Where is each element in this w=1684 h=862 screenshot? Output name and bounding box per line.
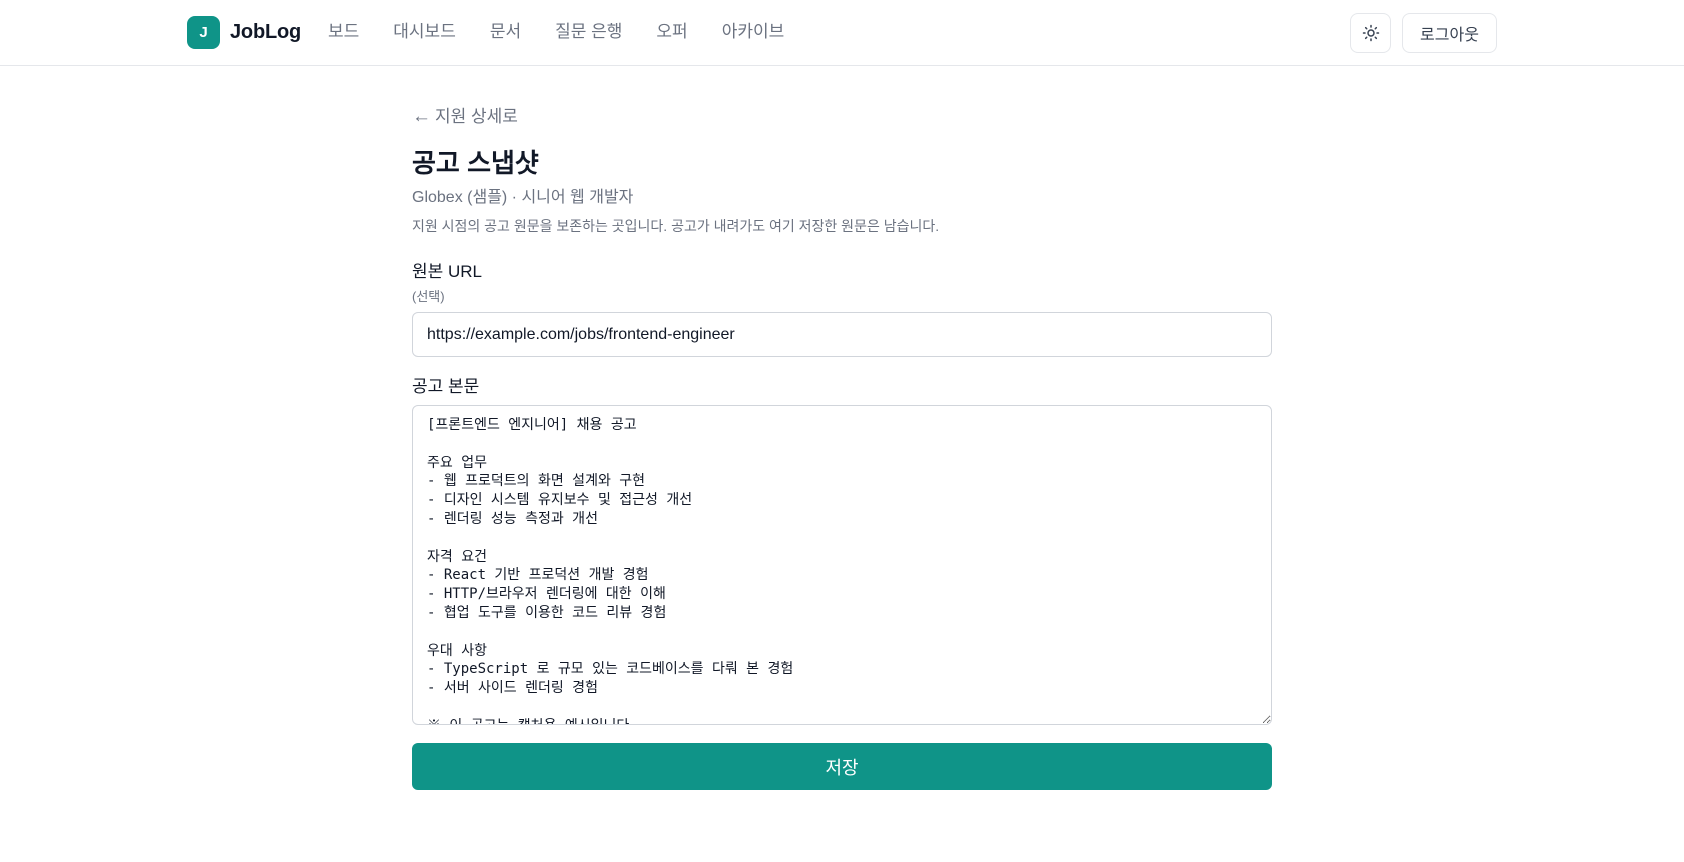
back-link-label: 지원 상세로 (435, 107, 518, 126)
url-field-label: 원본 URL (412, 262, 483, 281)
arrow-left-icon: ← (412, 106, 431, 127)
back-to-application-link[interactable]: ← 지원 상세로 (412, 100, 1272, 134)
posting-body-textarea[interactable]: [프론트엔드 엔지니어] 채용 공고 주요 업무 - 웹 프로덕트의 화면 설계… (412, 405, 1272, 725)
main-nav: 보드 대시보드 문서 질문 은행 오퍼 아카이브 (328, 20, 784, 44)
url-field-optional-hint: (선택) (412, 289, 445, 304)
url-input[interactable] (412, 312, 1272, 357)
logout-button[interactable]: 로그아웃 (1402, 13, 1497, 53)
nav-item-dashboard[interactable]: 대시보드 (393, 20, 456, 44)
nav-item-question-bank[interactable]: 질문 은행 (555, 20, 622, 44)
top-navigation-bar: J JobLog 보드 대시보드 문서 질문 은행 오퍼 아카이브 로그아웃 (0, 0, 1684, 66)
logo-icon: J (187, 16, 220, 49)
nav-item-offers[interactable]: 오퍼 (656, 20, 687, 44)
theme-toggle-button[interactable] (1350, 13, 1391, 53)
page-description: 지원 시점의 공고 원문을 보존하는 곳입니다. 공고가 내려가도 여기 저장한… (412, 218, 940, 234)
nav-item-board[interactable]: 보드 (328, 20, 359, 44)
nav-item-archive[interactable]: 아카이브 (722, 20, 785, 44)
nav-item-documents[interactable]: 문서 (490, 20, 521, 44)
main-content: ← 지원 상세로 공고 스냅샷 Globex (샘플) · 시니어 웹 개발자 … (412, 100, 1272, 790)
page-title: 공고 스냅샷 (412, 148, 539, 178)
body-field-label: 공고 본문 (412, 377, 480, 396)
sun-icon (1362, 24, 1379, 42)
brand-name: JobLog (230, 21, 302, 43)
save-button[interactable]: 저장 (412, 743, 1272, 790)
brand-home-link[interactable]: J JobLog (187, 16, 301, 49)
company-position-subtitle: Globex (샘플) · 시니어 웹 개발자 (412, 189, 634, 206)
